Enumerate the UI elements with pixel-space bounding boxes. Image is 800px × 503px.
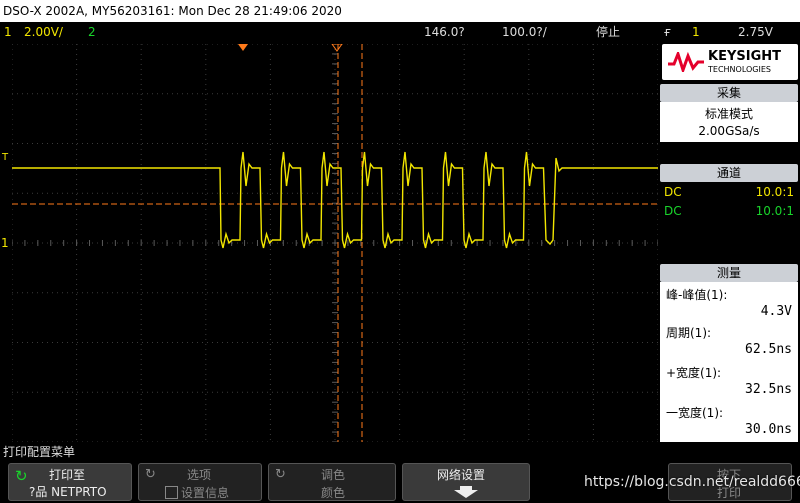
trigger-level[interactable]: 2.75V: [738, 22, 773, 42]
setup-info-checkbox[interactable]: [165, 486, 178, 499]
softkey-value: 颜色: [321, 486, 346, 500]
brand-logo: KEYSIGHT TECHNOLOGIES: [662, 44, 798, 80]
ch2-number[interactable]: 2: [88, 22, 96, 42]
softkey-palette[interactable]: ↻ 调色 颜色: [268, 463, 396, 501]
channel-list: DC 10.0:1 DC 10.0:1: [660, 183, 798, 223]
trigger-level-marker[interactable]: T: [2, 152, 8, 163]
timebase-unit: ?/: [536, 25, 547, 39]
status-line: 1 2.00V/ 2 146.0? 100.0?/ 停止 ғ 1 2.75V: [0, 22, 800, 42]
waveform-display[interactable]: 1: [12, 44, 658, 442]
meas-label: +宽度(1):: [666, 366, 722, 380]
softkey-options[interactable]: ↻ 选项 设置信息: [138, 463, 262, 501]
sample-rate: 2.00GSa/s: [698, 124, 760, 138]
run-state: 停止: [596, 25, 621, 39]
window-title: DSO-X 2002A, MY56203161: Mon Dec 28 21:4…: [3, 4, 342, 18]
ch1-scale[interactable]: 2.00V/: [24, 22, 63, 42]
ch1-coupling: DC: [664, 185, 682, 199]
meas-value: 62.5ns: [745, 342, 792, 357]
graticule-center-ticks: [12, 44, 658, 442]
channels-header[interactable]: 通道: [660, 164, 798, 182]
softkey-value: 设置信息: [181, 486, 230, 500]
acquisition-mode: 标准模式: [704, 107, 753, 121]
menu-title: 打印配置菜单: [3, 445, 76, 459]
trigger-position-marker[interactable]: [238, 44, 248, 51]
brand-sub: TECHNOLOGIES: [708, 65, 771, 74]
timebase[interactable]: 100.0?/: [502, 22, 547, 42]
ch1-number: 1: [4, 25, 12, 39]
softkey-label: 调色: [321, 468, 346, 482]
meas-label: 峰-峰值(1):: [666, 288, 728, 302]
softkey-network-setup[interactable]: 网络设置: [402, 463, 530, 501]
title-bar: DSO-X 2002A, MY56203161: Mon Dec 28 21:4…: [0, 0, 800, 22]
softkey-value: ?品 NETPRTO: [29, 485, 107, 499]
ch1-probe: 10.0:1: [755, 185, 794, 199]
ch2-probe: 10.0:1: [755, 204, 794, 218]
softkey-print-to[interactable]: ↻ 打印至 ?品 NETPRTO: [8, 463, 132, 501]
brand-name: KEYSIGHT: [708, 49, 781, 64]
softkey-label: 网络设置: [437, 468, 486, 482]
measurements-box: 峰-峰值(1): 4.3V 周期(1): 62.5ns +宽度(1): 32.5…: [660, 282, 798, 442]
rotate-knob-icon: ↻: [15, 467, 28, 485]
measurements-header[interactable]: 测量: [660, 264, 798, 282]
delay-marker[interactable]: [331, 44, 343, 52]
info-panel: KEYSIGHT TECHNOLOGIES 采集 标准模式 2.00GSa/s …: [660, 44, 800, 442]
arrow-down-icon: [454, 486, 478, 498]
delay-value: 146.0: [424, 25, 459, 39]
meas-label: 周期(1):: [666, 326, 712, 340]
meas-value: 32.5ns: [745, 382, 792, 397]
acquisition-box: 标准模式 2.00GSa/s: [660, 102, 798, 142]
trigger-slope-icon: ғ: [664, 25, 672, 39]
trigger-delay[interactable]: 146.0?: [424, 22, 465, 42]
trigger-channel: 1: [692, 25, 700, 39]
meas-label: 一宽度(1):: [666, 406, 724, 420]
delay-unit: ?: [458, 25, 465, 39]
rotate-knob-icon: ↻: [275, 467, 286, 482]
ch2-coupling: DC: [664, 204, 682, 218]
softkey-label: 打印至: [49, 468, 86, 482]
watermark-text: https://blog.csdn.net/realdd666: [584, 474, 800, 490]
ch1-offset-marker[interactable]: 1: [1, 236, 9, 250]
rotate-knob-icon: ↻: [145, 467, 156, 482]
softkey-label: 选项: [187, 468, 212, 482]
timebase-value: 100.0: [502, 25, 537, 39]
keysight-wave-icon: [668, 52, 704, 72]
meas-value: 30.0ns: [745, 422, 792, 437]
meas-value: 4.3V: [760, 304, 792, 319]
acquisition-header[interactable]: 采集: [660, 84, 798, 102]
